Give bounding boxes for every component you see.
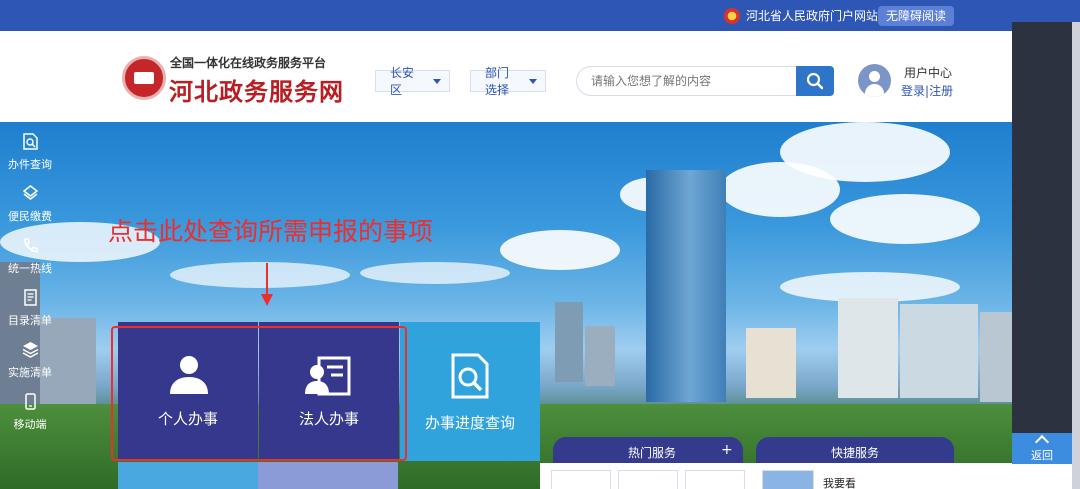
back-label: 返回 <box>1031 449 1053 462</box>
search-button[interactable] <box>796 66 834 96</box>
district-select[interactable]: 长安区 <box>375 66 450 97</box>
annotation-arrow <box>266 263 268 297</box>
site-logo-icon[interactable] <box>122 56 166 100</box>
department-select-value: 部门选择 <box>485 66 510 97</box>
user-center-label[interactable]: 用户中心 <box>904 64 952 81</box>
list-document-icon <box>24 289 37 306</box>
sidebar-item-payment[interactable]: 便民缴费 <box>0 178 60 230</box>
id-card-icon <box>305 356 351 396</box>
service-card[interactable] <box>685 470 745 489</box>
plus-icon[interactable]: + <box>721 442 733 458</box>
sidebar-item-smart-qa[interactable]: 智能问答 <box>0 22 60 74</box>
sidebar-item-mobile[interactable]: 移动端 <box>0 386 60 438</box>
progress-query-label: 办事进度查询 <box>424 414 515 432</box>
back-to-top-button[interactable]: 返回 <box>1012 433 1072 464</box>
sidebar-item-label: 移动端 <box>13 418 47 431</box>
sidebar-item-label: 便民缴费 <box>8 210 52 223</box>
service-card[interactable] <box>618 470 678 489</box>
register-link[interactable]: 注册 <box>929 84 953 98</box>
sidebar-item-consult[interactable]: 咨询投诉 <box>0 74 60 126</box>
site-title[interactable]: 河北政务服务网 <box>169 72 344 107</box>
legal-entity-label: 法人办事 <box>298 410 359 428</box>
accessibility-button[interactable]: 无障碍阅读 <box>878 6 954 26</box>
tab-quick-services[interactable]: 快捷服务 <box>756 437 954 463</box>
search-icon <box>806 72 824 90</box>
layers-icon <box>22 342 39 358</box>
quick-services-label: 快捷服务 <box>831 446 880 460</box>
hand-coin-icon <box>22 185 39 200</box>
sidebar-item-implementation[interactable]: 实施清单 <box>0 334 60 386</box>
sidebar-item-label: 统一热线 <box>8 262 52 275</box>
sidebar-item-catalog[interactable]: 目录清单 <box>0 282 60 334</box>
right-sidebar <box>1012 22 1072 464</box>
sidebar-item-label: 实施清单 <box>8 366 52 379</box>
headset-icon <box>23 81 38 95</box>
gov-portal-link[interactable]: 河北省人民政府门户网站 <box>724 7 878 24</box>
want-to-see-label[interactable]: 我要看 <box>823 475 856 489</box>
legal-entity-tile[interactable]: 法人办事 <box>259 322 399 461</box>
page-edge <box>1072 22 1080 489</box>
sidebar-item-label: 咨询投诉 <box>8 106 52 119</box>
login-link[interactable]: 登录 <box>901 84 925 98</box>
service-card[interactable] <box>551 470 611 489</box>
chevron-down-icon <box>529 78 537 84</box>
personal-affairs-label: 个人办事 <box>157 410 218 428</box>
person-icon <box>170 356 208 394</box>
chat-icon <box>23 31 38 46</box>
department-select[interactable]: 部门选择 <box>470 66 546 97</box>
document-search-icon <box>451 353 489 399</box>
mobile-icon <box>25 393 36 410</box>
sidebar-item-label: 办件查询 <box>8 158 52 171</box>
want-to-see-icon[interactable] <box>762 470 814 489</box>
sidebar-item-hotline[interactable]: 统一热线 <box>0 230 60 282</box>
sidebar-item-case-query[interactable]: 办件查询 <box>0 126 60 178</box>
arrow-down-icon <box>261 294 273 306</box>
document-search-icon <box>23 133 38 150</box>
tab-hot-services[interactable]: 热门服务 + <box>553 437 743 463</box>
personal-affairs-tile[interactable]: 个人办事 <box>118 322 258 461</box>
national-emblem-icon <box>724 7 740 24</box>
district-select-value: 长安区 <box>390 66 415 97</box>
search-input[interactable] <box>576 66 796 96</box>
sidebar-item-label: 目录清单 <box>8 314 52 327</box>
progress-query-tile[interactable]: 办事进度查询 <box>400 322 540 461</box>
login-register: 登录|注册 <box>901 82 953 99</box>
phone-icon <box>24 238 38 253</box>
user-avatar[interactable] <box>858 64 891 97</box>
hot-services-label: 热门服务 <box>628 446 677 460</box>
chevron-down-icon <box>433 78 441 84</box>
gov-portal-label: 河北省人民政府门户网站 <box>746 9 879 23</box>
sidebar-item-label: 智能问答 <box>8 54 52 67</box>
tile-strip <box>118 462 398 489</box>
platform-subtitle: 全国一体化在线政务服务平台 <box>170 56 327 70</box>
annotation-text: 点击此处查询所需申报的事项 <box>108 217 434 246</box>
